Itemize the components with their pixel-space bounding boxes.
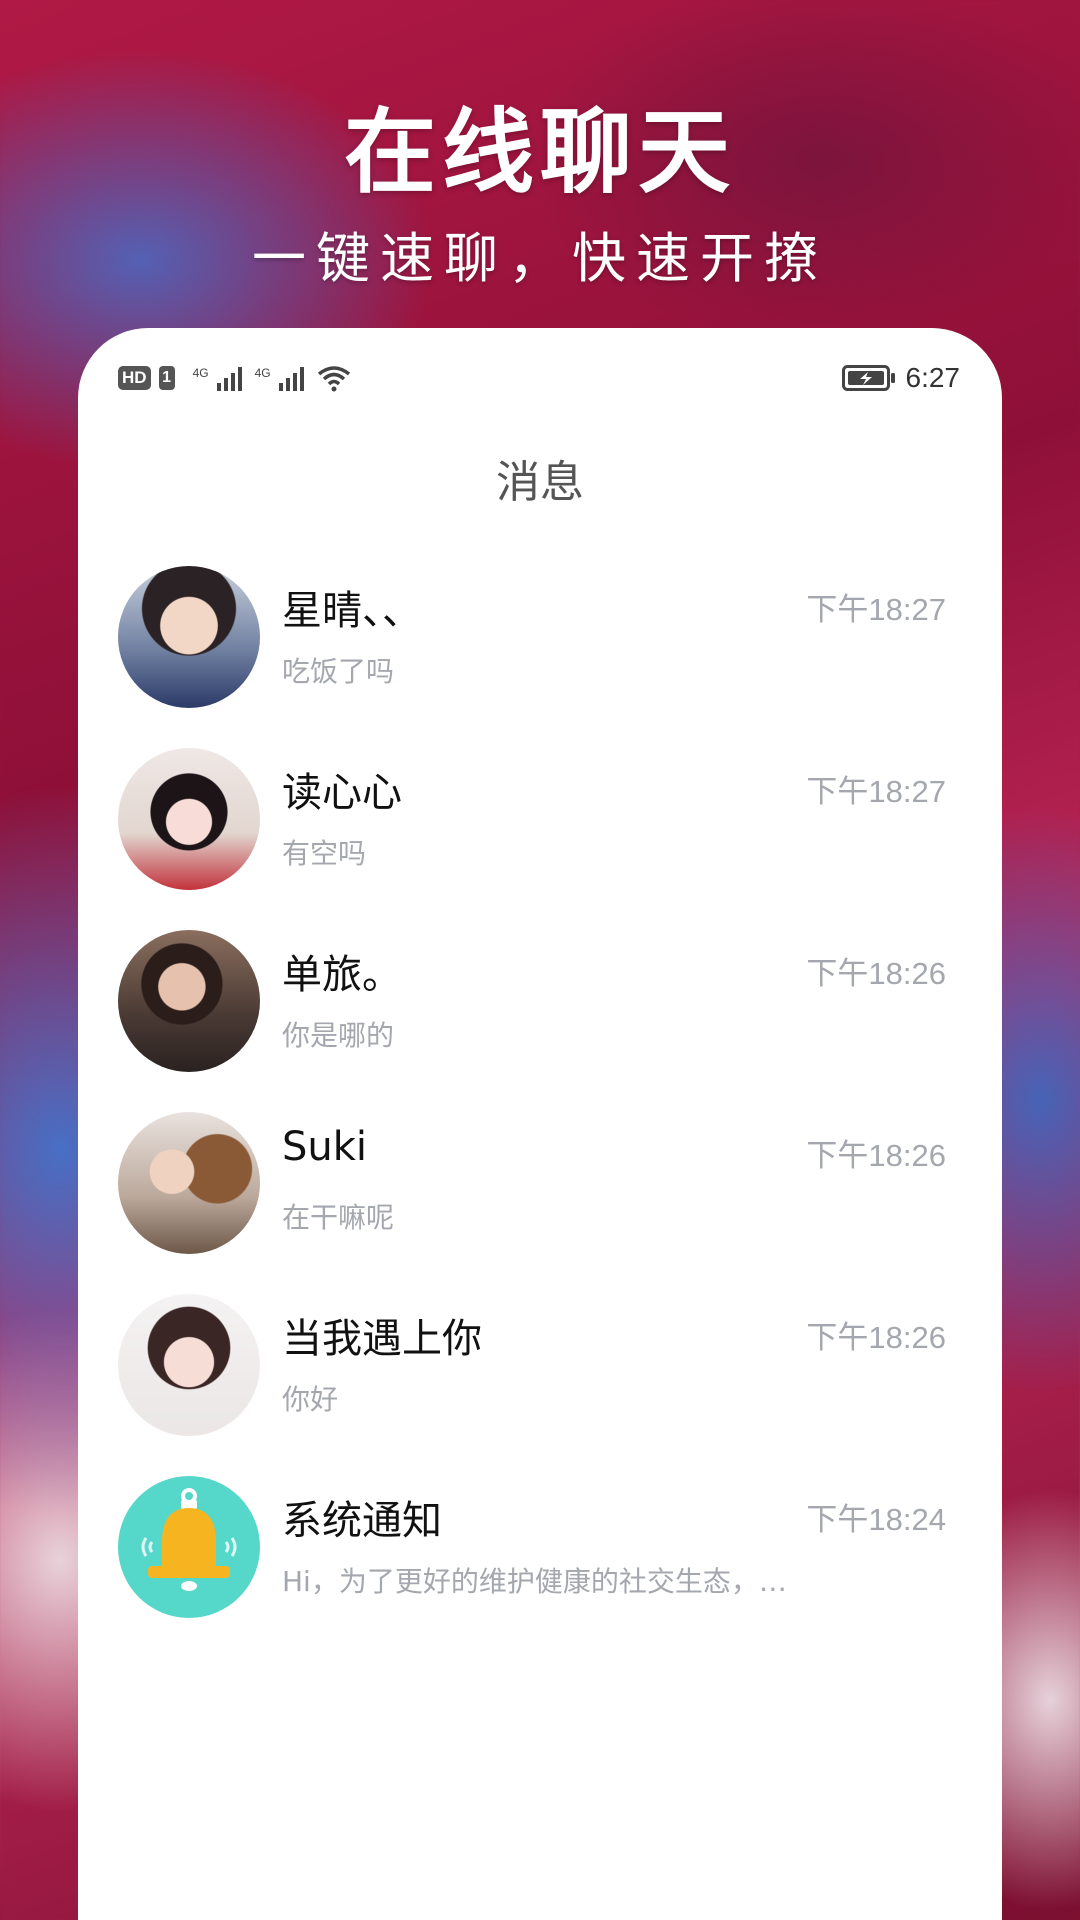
hero-subtitle: 一键速聊，快速开撩 <box>252 227 828 290</box>
status-left: HD 1 4G 4G <box>118 364 351 392</box>
phone-screen: HD 1 4G 4G 6:27 消息 星晴、、 下午18:27 吃饭了吗 读心心… <box>78 328 1002 1920</box>
list-item[interactable]: Suki 下午18:26 在干嘛呢 <box>78 1112 1002 1294</box>
page-title: 消息 <box>496 457 584 508</box>
contact-name: Suki <box>282 1124 368 1170</box>
list-item[interactable]: 读心心 下午18:27 有空吗 <box>78 748 1002 930</box>
message-preview: 吃饭了吗 <box>282 655 395 688</box>
list-item[interactable]: 星晴、、 下午18:27 吃饭了吗 <box>78 566 1002 748</box>
message-preview: 在干嘛呢 <box>282 1201 395 1234</box>
avatar[interactable] <box>118 748 260 890</box>
hd-icon: HD <box>118 366 151 390</box>
list-item[interactable]: 当我遇上你 下午18:26 你好 <box>78 1294 1002 1476</box>
message-time: 下午18:26 <box>806 1320 946 1355</box>
message-time: 下午18:26 <box>806 1138 946 1173</box>
contact-name: 星晴、、 <box>282 588 422 634</box>
hero-title: 在线聊天 <box>343 99 736 206</box>
network-type-1: 4G <box>192 366 209 380</box>
contact-name: 当我遇上你 <box>282 1316 482 1362</box>
avatar[interactable] <box>118 930 260 1072</box>
signal-icon <box>216 367 242 391</box>
network-type-2: 4G <box>254 366 271 380</box>
status-bar: HD 1 4G 4G 6:27 <box>78 328 1002 408</box>
message-preview: Hi，为了更好的维护健康的社交生态，… <box>282 1565 787 1598</box>
message-time: 下午18:24 <box>806 1502 946 1537</box>
message-time: 下午18:27 <box>806 774 946 809</box>
bell-icon[interactable] <box>118 1476 260 1618</box>
avatar[interactable] <box>118 566 260 708</box>
sim-icon: 1 <box>158 366 175 390</box>
avatar[interactable] <box>118 1294 260 1436</box>
conversation-list: 星晴、、 下午18:27 吃饭了吗 读心心 下午18:27 有空吗 单旅。 下午… <box>78 566 1002 1658</box>
contact-name: 单旅。 <box>282 952 402 998</box>
contact-name: 系统通知 <box>282 1498 442 1544</box>
message-time: 下午18:27 <box>806 592 946 627</box>
message-preview: 你好 <box>282 1383 339 1416</box>
list-item[interactable]: 系统通知 下午18:24 Hi，为了更好的维护健康的社交生态，… <box>78 1476 1002 1658</box>
contact-name: 读心心 <box>282 770 402 816</box>
battery-charging-icon <box>841 365 895 391</box>
status-clock: 6:27 <box>905 362 961 393</box>
message-preview: 有空吗 <box>282 837 367 870</box>
avatar[interactable] <box>118 1112 260 1254</box>
wifi-icon <box>317 366 350 392</box>
signal-icon <box>278 367 304 391</box>
list-item[interactable]: 单旅。 下午18:26 你是哪的 <box>78 930 1002 1112</box>
status-right: 6:27 <box>841 362 961 394</box>
message-preview: 你是哪的 <box>282 1019 395 1052</box>
message-time: 下午18:26 <box>806 956 946 991</box>
